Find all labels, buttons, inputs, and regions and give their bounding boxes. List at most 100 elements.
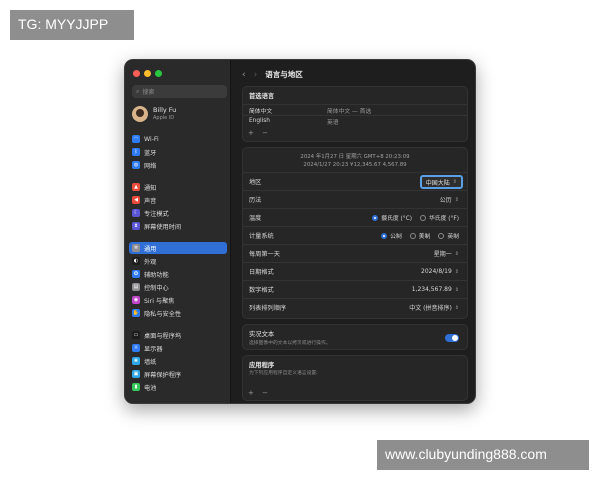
back-button[interactable]: ‹ <box>242 70 246 80</box>
control-center-icon: ▤ <box>132 283 140 291</box>
date-format-label: 日期格式 <box>249 269 274 276</box>
bluetooth-icon: ᛒ <box>132 148 140 156</box>
sidebar-item[interactable]: ⧗ 屏幕使用时间 <box>129 220 227 232</box>
calendar-label: 历法 <box>249 197 262 204</box>
chevron-updown-icon: ⇕ <box>454 286 459 293</box>
live-text-toggle[interactable] <box>445 334 459 342</box>
metric-radio[interactable]: 公制 <box>381 231 402 240</box>
language-row-0[interactable]: 简体中文 简体中文 — 首选 <box>243 104 467 115</box>
add-app-button[interactable]: + <box>248 389 254 397</box>
radio-unselected-icon <box>420 214 426 221</box>
watermark-top-left: TG: MYYJJPP <box>10 10 134 40</box>
list-sort-label: 列表排列顺序 <box>249 305 287 312</box>
sidebar-item[interactable]: ☾ 专注模式 <box>129 207 227 219</box>
apps-desc: 为下列应用程序自定义语言设置: <box>249 371 318 376</box>
live-text-title: 实况文本 <box>249 331 275 338</box>
fahrenheit-radio[interactable]: 华氏度 (°F) <box>420 213 459 222</box>
sidebar-item[interactable]: ❀ 墙纸 <box>129 355 227 367</box>
speaker-icon: ◀ <box>132 196 140 204</box>
sidebar-item[interactable]: ▣ 屏幕保护程序 <box>129 368 227 380</box>
list-sort-value: 中文 (拼音排序) <box>409 305 452 312</box>
zoom-window-button[interactable] <box>155 70 162 77</box>
remove-language-button[interactable]: − <box>262 129 268 137</box>
settings-window: ⌕ 搜索 Billy Fu Apple ID ◠ Wi-Fi ᛒ 蓝牙 ◍ 网络 ▲ 通知 ◀ 声… <box>124 59 476 404</box>
sidebar-item-label: 声音 <box>144 197 157 205</box>
sidebar-item[interactable]: ᛒ 蓝牙 <box>129 146 227 158</box>
toolbar: ‹ › 语言与地区 <box>242 69 303 80</box>
sidebar-item[interactable]: ✋ 隐私与安全性 <box>129 307 227 319</box>
sidebar-item[interactable]: ▭ 桌面与程序坞 <box>129 329 227 341</box>
watermark-bottom-right: www.clubyunding888.com <box>377 440 589 470</box>
list-sort-select[interactable]: 中文 (拼音排序) ⇕ <box>409 303 459 313</box>
sidebar-item-label: 桌面与程序坞 <box>144 332 182 340</box>
region-row: 地区 中国大陆 ⇕ <box>243 172 467 190</box>
uk-radio[interactable]: 英制 <box>438 231 459 240</box>
calendar-value: 公历 <box>439 197 452 204</box>
apps-group: 应用程序 为下列应用程序自定义语言设置: + − <box>242 355 468 401</box>
region-value: 中国大陆 <box>425 179 450 187</box>
date-format-select[interactable]: 2024/8/19 ⇕ <box>421 268 459 275</box>
calendar-select[interactable]: 公历 ⇕ <box>439 195 459 205</box>
sidebar-item-label: 辅助功能 <box>144 271 169 279</box>
hourglass-icon: ⧗ <box>132 222 140 230</box>
metric-label: 公制 <box>390 234 402 240</box>
language-row-1[interactable]: English 英语 <box>243 115 467 126</box>
us-radio[interactable]: 美制 <box>409 231 431 240</box>
add-language-button[interactable]: + <box>248 129 254 137</box>
sidebar-item[interactable]: ▤ 控制中心 <box>129 281 227 293</box>
sidebar-item-label: 专注模式 <box>144 210 169 218</box>
sidebar-item[interactable]: ◍ 网络 <box>129 159 227 171</box>
moon-icon: ☾ <box>132 209 140 217</box>
hand-icon: ✋ <box>132 309 140 317</box>
celsius-radio[interactable]: 摄氏度 (°C) <box>372 213 412 222</box>
us-label: 美制 <box>418 234 431 240</box>
sidebar-item[interactable]: ✲ 通用 <box>129 242 227 254</box>
celsius-label: 摄氏度 (°C) <box>381 216 412 222</box>
avatar <box>132 106 148 122</box>
page-title: 语言与地区 <box>265 70 303 79</box>
sidebar-item-label: 通用 <box>144 245 157 253</box>
list-sort-row: 列表排列顺序 中文 (拼音排序) ⇕ <box>243 298 467 316</box>
first-day-value: 星期一 <box>433 251 452 258</box>
sidebar-search-input[interactable]: ⌕ 搜索 <box>132 85 227 98</box>
account-item[interactable]: Billy Fu Apple ID <box>132 106 176 122</box>
region-label: 地区 <box>249 179 262 186</box>
sidebar-item-label: 通知 <box>144 184 157 192</box>
number-format-select[interactable]: 1,234,567.89 ⇕ <box>412 286 459 293</box>
chevron-updown-icon: ⇕ <box>454 304 459 311</box>
remove-app-button[interactable]: − <box>262 389 268 397</box>
forward-button[interactable]: › <box>254 70 258 80</box>
radio-selected-icon <box>372 214 379 221</box>
globe-icon: ◍ <box>132 161 140 169</box>
temperature-label: 温度 <box>249 215 262 222</box>
sidebar-item[interactable]: ◐ 外观 <box>129 255 227 267</box>
sidebar-item[interactable]: ▲ 通知 <box>129 181 227 193</box>
sidebar-item-label: 墙纸 <box>144 358 157 366</box>
accessibility-icon: ✪ <box>132 270 140 278</box>
first-day-select[interactable]: 星期一 ⇕ <box>433 249 459 259</box>
number-format-row: 数字格式 1,234,567.89 ⇕ <box>243 280 467 298</box>
language-detail: 简体中文 — 首选 <box>327 108 372 115</box>
sidebar-item-label: 外观 <box>144 258 157 266</box>
apps-title: 应用程序 <box>249 362 275 369</box>
sidebar-item[interactable]: ✪ 辅助功能 <box>129 268 227 280</box>
close-window-button[interactable] <box>133 70 140 77</box>
apps-add-remove: + − <box>248 389 268 397</box>
sidebar-item[interactable]: ▮ 电池 <box>129 381 227 393</box>
sidebar-item[interactable]: ◠ Wi-Fi <box>129 133 227 145</box>
display-icon: ☼ <box>132 344 140 352</box>
first-day-row: 每周第一天 星期一 ⇕ <box>243 244 467 262</box>
minimize-window-button[interactable] <box>144 70 151 77</box>
chevron-updown-icon: ⇕ <box>454 268 459 275</box>
sidebar-item[interactable]: ☼ 显示器 <box>129 342 227 354</box>
sidebar-item-label: 控制中心 <box>144 284 169 292</box>
sidebar-item-label: Siri 与聚焦 <box>144 297 175 305</box>
sidebar-item[interactable]: ◀ 声音 <box>129 194 227 206</box>
account-name: Billy Fu <box>153 106 177 114</box>
measurement-label: 计量系统 <box>249 233 274 240</box>
language-name: English <box>249 118 270 124</box>
region-select[interactable]: 中国大陆 ⇕ <box>419 175 463 189</box>
sidebar-item[interactable]: ◉ Siri 与聚焦 <box>129 294 227 306</box>
language-name: 简体中文 <box>249 108 273 115</box>
account-sub: Apple ID <box>153 115 175 121</box>
